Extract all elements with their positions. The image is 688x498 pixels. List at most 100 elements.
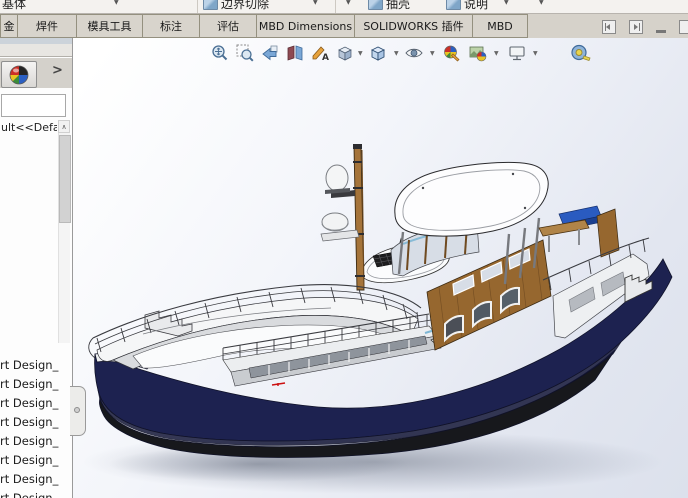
measure-button[interactable]	[569, 42, 591, 64]
mast[interactable]	[321, 144, 365, 290]
panel-header-strip	[0, 44, 72, 57]
view-orientation-caret[interactable]: ▼	[358, 50, 363, 57]
panel-preview-box	[1, 94, 66, 117]
tree-item[interactable]: rt Design_	[0, 470, 70, 489]
tape-measure-icon	[569, 42, 591, 64]
window-previous-button[interactable]	[602, 20, 616, 34]
solidworks-window: 基体 ▼ 边界切除 ▼ ▼ 抽壳 说明 ▼ ▼ 金 焊件 模具工具 标注 评估 …	[0, 0, 688, 498]
apply-scene-button[interactable]	[467, 42, 489, 64]
tab-mbd-dimensions[interactable]: MBD Dimensions	[257, 14, 355, 38]
hide-show-items-button[interactable]	[403, 42, 425, 64]
dropdown-caret-icon[interactable]: ▼	[346, 0, 351, 6]
tree-item[interactable]: rt Design_	[0, 413, 70, 432]
feature-tree: rt Design_ rt Design_ rt Design_ rt Desi…	[0, 356, 70, 498]
ribbon-button-shell[interactable]: 抽壳	[368, 0, 410, 13]
boundary-cut-icon	[203, 0, 218, 10]
radar-dome-upper[interactable]	[326, 165, 348, 191]
display-style-caret[interactable]: ▼	[394, 50, 399, 57]
dropdown-caret-icon[interactable]: ▼	[539, 0, 544, 6]
note-icon	[446, 0, 461, 10]
bar-icon	[639, 23, 640, 31]
view-settings-caret[interactable]: ▼	[533, 50, 538, 57]
annotation-views-icon: A	[310, 43, 330, 63]
ribbon-button-boundary-cut[interactable]: 边界切除	[203, 0, 269, 13]
dropdown-caret-icon[interactable]: ▼	[313, 0, 318, 6]
panel-splitter-handle[interactable]	[70, 386, 86, 436]
tab-mold-tools[interactable]: 模具工具	[77, 14, 143, 38]
document-window-controls	[602, 19, 688, 35]
previous-view-button[interactable]	[259, 42, 281, 64]
tab-weldments[interactable]: 焊件	[18, 14, 77, 38]
tab-mbd[interactable]: MBD	[473, 14, 528, 38]
ribbon-separator	[197, 0, 198, 13]
ribbon-separator	[335, 0, 336, 13]
display-manager-sphere-icon	[8, 64, 30, 86]
display-style-icon	[368, 43, 388, 63]
shell-icon	[368, 0, 383, 10]
splitter-dot	[74, 407, 80, 413]
aft-seating[interactable]	[539, 206, 619, 257]
window-next-button[interactable]	[629, 20, 643, 34]
ribbon-button-label: 边界切除	[221, 0, 269, 12]
tree-item[interactable]: rt Design_	[0, 489, 70, 498]
mast-cap	[353, 144, 362, 149]
previous-view-icon	[260, 43, 280, 63]
apply-scene-icon	[468, 43, 488, 63]
ribbon-button-label: 基体	[2, 0, 26, 12]
view-orientation-button[interactable]	[334, 42, 356, 64]
panel-scrollbar[interactable]	[58, 133, 70, 343]
edit-appearance-icon	[442, 43, 462, 63]
tab-sheet-metal[interactable]: 金	[0, 14, 18, 38]
hide-show-caret[interactable]: ▼	[430, 50, 435, 57]
right-arrow-icon	[634, 24, 638, 30]
bar-icon	[605, 23, 606, 31]
window-restore-button[interactable]	[679, 20, 688, 34]
dropdown-caret-icon[interactable]: ▼	[504, 0, 509, 6]
view-orientation-icon	[335, 43, 355, 63]
scroll-up-button[interactable]: ∧	[58, 120, 70, 133]
ribbon-tab-bar: 金 焊件 模具工具 标注 评估 MBD Dimensions SOLIDWORK…	[0, 14, 688, 39]
zoom-to-area-icon	[235, 43, 255, 63]
zoom-to-fit-icon	[210, 43, 230, 63]
zoom-to-area-button[interactable]	[234, 42, 256, 64]
display-manager-tab[interactable]	[1, 61, 37, 88]
tree-item[interactable]: rt Design_	[0, 375, 70, 394]
edit-appearance-button[interactable]	[441, 42, 463, 64]
eye-icon	[404, 43, 424, 63]
monitor-icon	[507, 43, 527, 63]
window-minimize-button[interactable]	[656, 30, 666, 33]
tab-solidworks-addins[interactable]: SOLIDWORKS 插件	[355, 14, 473, 38]
view-settings-button[interactable]	[506, 42, 528, 64]
graphics-viewport[interactable]: A ▼ ▼	[73, 38, 688, 498]
feature-manager-panel: > ult<<Defa ∧ rt Design_ rt Design_ rt D…	[0, 38, 73, 498]
annotation-views-button[interactable]: A	[309, 42, 331, 64]
ribbon-button-note[interactable]: 说明	[446, 0, 488, 13]
zoom-to-fit-button[interactable]	[209, 42, 231, 64]
section-view-icon	[285, 43, 305, 63]
dropdown-caret-icon[interactable]: ▼	[114, 0, 119, 6]
heads-up-view-toolbar: A ▼ ▼	[73, 42, 688, 64]
ribbon-button-label: 抽壳	[386, 0, 410, 12]
tree-item[interactable]: rt Design_	[0, 356, 70, 375]
section-view-button[interactable]	[284, 42, 306, 64]
ribbon-button-base[interactable]: 基体	[2, 0, 26, 13]
ribbon-button-label: 说明	[464, 0, 488, 12]
display-style-button[interactable]	[367, 42, 389, 64]
apply-scene-caret[interactable]: ▼	[494, 50, 499, 57]
svg-text:A: A	[322, 53, 329, 63]
boat-model[interactable]	[73, 38, 688, 498]
panel-flyout-arrow[interactable]: >	[52, 63, 63, 78]
dish-platform	[321, 230, 359, 241]
scrollbar-thumb[interactable]	[59, 135, 71, 223]
tab-annotation[interactable]: 标注	[143, 14, 200, 38]
configuration-label[interactable]: ult<<Defa	[1, 121, 57, 135]
tree-item[interactable]: rt Design_	[0, 432, 70, 451]
tree-item[interactable]: rt Design_	[0, 394, 70, 413]
tab-evaluate[interactable]: 评估	[200, 14, 257, 38]
ribbon-commands-partial: 基体 ▼ 边界切除 ▼ ▼ 抽壳 说明 ▼ ▼	[0, 0, 688, 14]
panel-tab-strip: >	[0, 58, 72, 88]
left-arrow-icon	[606, 24, 610, 30]
tree-item[interactable]: rt Design_	[0, 451, 70, 470]
red-annotation-mark[interactable]	[272, 383, 285, 386]
canopy-roof[interactable]	[395, 162, 548, 236]
